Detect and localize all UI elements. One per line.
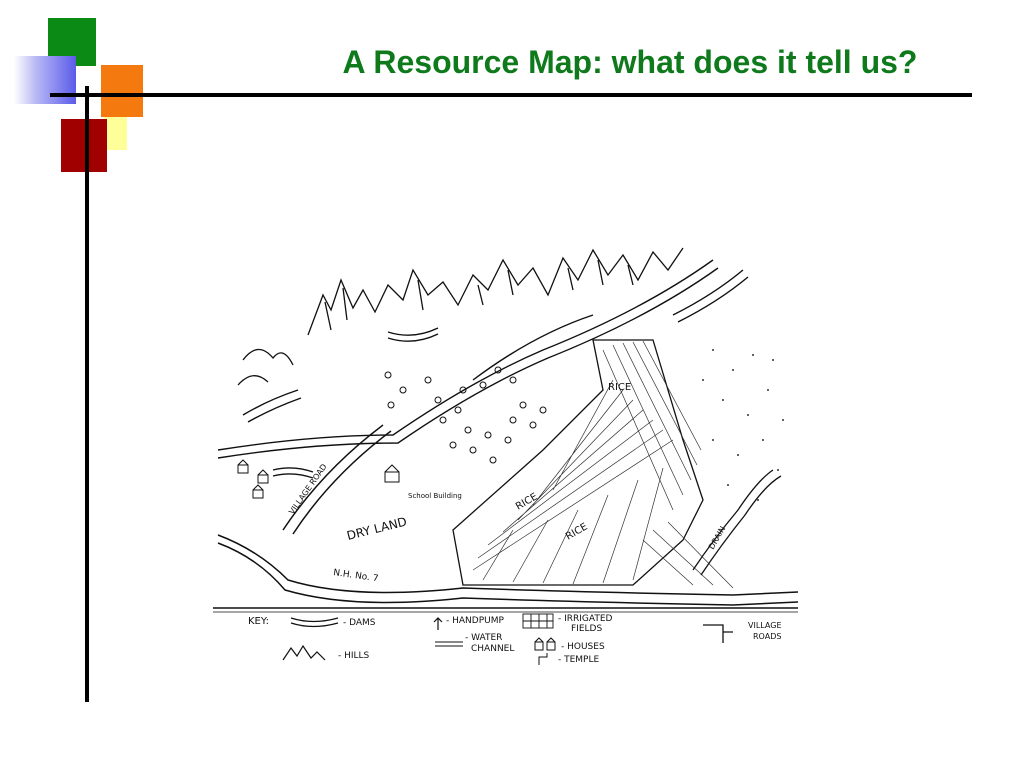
slide-title: A Resource Map: what does it tell us? (342, 44, 918, 80)
key-heading: KEY: (248, 616, 269, 627)
key-hills: - HILLS (338, 651, 370, 661)
map-key: KEY: - DAMS - HILLS - HANDPUMP - WATER C… (248, 613, 782, 665)
key-handpump: - HANDPUMP (446, 616, 504, 626)
dams (242, 269, 749, 479)
key-village-road-symbol (703, 624, 733, 643)
key-irrigated-2: FIELDS (571, 624, 602, 634)
key-village-roads-2: ROADS (753, 632, 781, 641)
key-dam-symbol (290, 617, 339, 628)
decor-yellow-square (104, 117, 127, 150)
key-village-roads-1: VILLAGE (748, 621, 782, 630)
label-highway: N.H. No. 7 (333, 568, 379, 584)
key-hills-symbol (282, 644, 326, 661)
water-channel (217, 259, 719, 459)
label-rice-3: RICE (564, 521, 590, 542)
roads (217, 424, 798, 606)
trees (384, 366, 547, 464)
key-channel-symbol (435, 641, 463, 647)
label-school: School Building (408, 492, 462, 500)
left-rule (85, 86, 89, 702)
resource-map-drawing: DRY LAND RICE RICE RICE N.H. No. 7 VILLA… (213, 240, 798, 670)
irrigated-fields (452, 339, 734, 589)
key-temple: - TEMPLE (558, 655, 599, 665)
key-temple-symbol (538, 653, 548, 665)
key-irrigated-1: - IRRIGATED (558, 614, 613, 624)
key-houses: - HOUSES (561, 642, 605, 652)
label-rice-1: RICE (608, 382, 631, 393)
label-rice-2: RICE (514, 491, 540, 512)
hills (237, 247, 684, 386)
key-water-2: CHANNEL (471, 644, 514, 654)
key-water-1: - WATER (465, 633, 502, 643)
key-irrigated-symbol (522, 613, 554, 629)
scrub-dots (702, 349, 784, 501)
decor-red-square (61, 119, 107, 172)
key-handpump-symbol (433, 617, 443, 630)
title-underline (50, 93, 972, 97)
key-dams: - DAMS (343, 618, 376, 628)
key-houses-symbol (534, 637, 556, 651)
label-dry-land: DRY LAND (345, 514, 408, 542)
drainage (692, 469, 782, 576)
label-drain: DRAIN (707, 525, 727, 551)
decor-orange-square (101, 65, 143, 117)
